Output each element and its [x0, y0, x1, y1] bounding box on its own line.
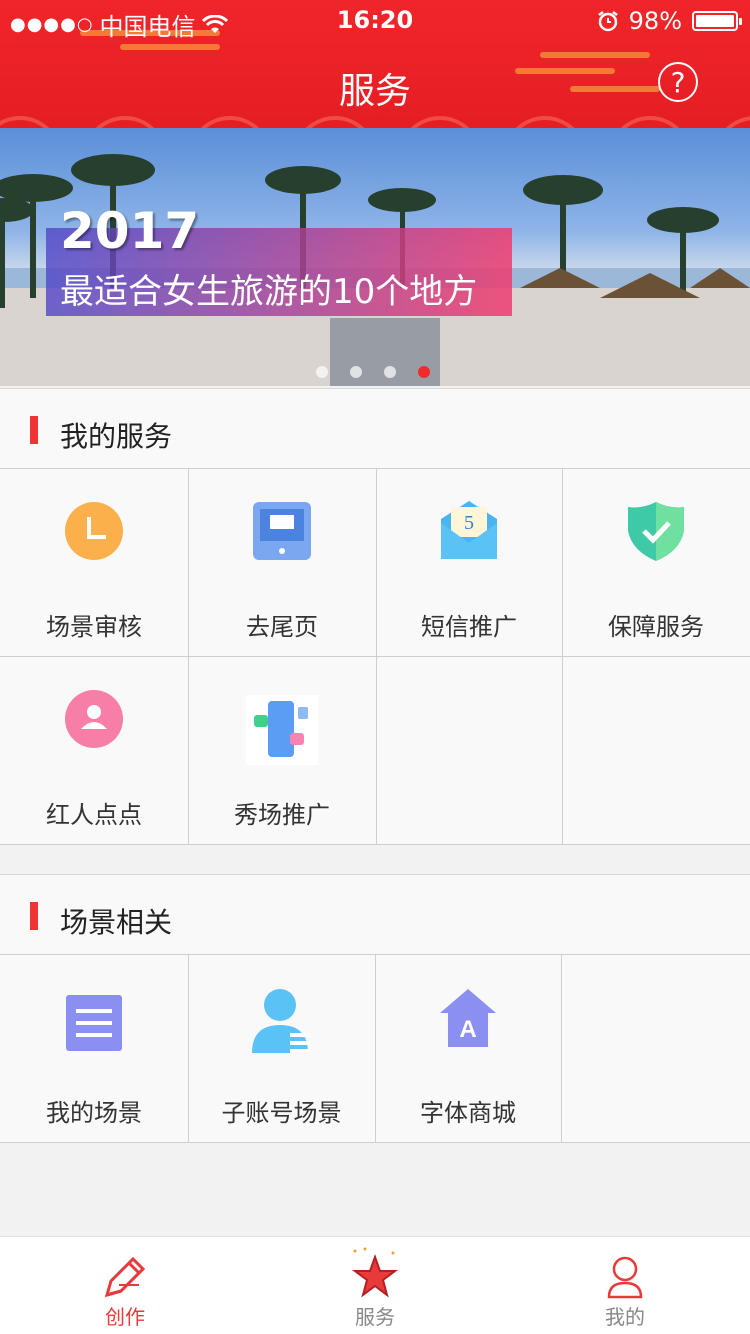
scene-related-grid: 我的场景 子账号场景 A 字体商城 — [0, 954, 750, 1143]
scene-item-my-scenes[interactable]: 我的场景 — [0, 955, 189, 1143]
service-item-remove-last-page[interactable]: 去尾页 — [188, 469, 377, 657]
service-label: 保障服务 — [608, 613, 704, 641]
scene-item-sub-account[interactable]: 子账号场景 — [188, 955, 376, 1143]
empty-grid-cell — [562, 657, 750, 845]
service-label: 红人点点 — [46, 801, 142, 829]
section-accent-bar — [30, 416, 38, 444]
font-store-icon: A — [440, 989, 496, 1047]
service-item-influencer[interactable]: 红人点点 — [0, 657, 189, 845]
banner-subtitle: 最适合女生旅游的10个地方 — [60, 272, 478, 312]
envelope-icon: 5 — [441, 501, 497, 559]
section-title: 我的服务 — [60, 420, 173, 453]
battery-percent: 98% — [628, 7, 682, 35]
service-label: 场景审核 — [46, 613, 142, 641]
section-header-scene-related: 场景相关 — [0, 874, 750, 954]
tab-services[interactable]: 服务 — [250, 1237, 500, 1334]
empty-grid-cell — [561, 955, 750, 1143]
banner-dot[interactable] — [384, 366, 396, 378]
header-cloud-decoration — [540, 52, 650, 58]
service-label: 去尾页 — [246, 613, 318, 641]
banner-pagination[interactable] — [316, 366, 430, 378]
scene-label: 字体商城 — [420, 1099, 516, 1127]
banner-dot[interactable] — [350, 366, 362, 378]
tab-label: 服务 — [355, 1305, 395, 1329]
alarm-icon — [597, 11, 618, 32]
user-icon — [607, 1256, 643, 1299]
service-item-showcase-promotion[interactable]: 秀场推广 — [188, 657, 377, 845]
tab-label: 创作 — [105, 1305, 145, 1329]
phone-share-icon — [246, 695, 318, 765]
scene-item-font-store[interactable]: A 字体商城 — [375, 955, 562, 1143]
svg-text:A: A — [459, 1016, 476, 1043]
section-header-my-services: 我的服务 — [0, 388, 750, 468]
my-services-grid: 场景审核 去尾页 5 短信推广 保障服务 红人点点 秀场推广 — [0, 468, 750, 845]
section-accent-bar — [30, 902, 38, 930]
service-item-guarantee[interactable]: 保障服务 — [562, 469, 750, 657]
promo-banner[interactable]: 2017 最适合女生旅游的10个地方 — [0, 128, 750, 386]
banner-dot[interactable] — [316, 366, 328, 378]
status-bar: ●●●●○ 中国电信 16:20 98% — [0, 0, 750, 41]
tab-create[interactable]: 创作 — [0, 1237, 250, 1334]
service-label: 秀场推广 — [234, 801, 330, 829]
tablet-icon — [253, 502, 311, 560]
section-title: 场景相关 — [60, 906, 173, 939]
person-circle-icon — [65, 690, 123, 748]
tab-label: 我的 — [605, 1305, 645, 1329]
banner-dot-active[interactable] — [418, 366, 430, 378]
scene-label: 我的场景 — [46, 1099, 142, 1127]
empty-grid-cell — [376, 657, 563, 845]
page-title: 服务 — [338, 71, 411, 112]
shield-check-icon — [628, 502, 684, 561]
tab-mine[interactable]: 我的 — [500, 1237, 750, 1334]
help-button[interactable]: ? — [658, 62, 698, 102]
header-cloud-decoration — [120, 44, 220, 50]
star-icon — [352, 1247, 398, 1298]
bottom-tab-bar: 创作 服务 我的 — [0, 1236, 750, 1334]
service-label: 短信推广 — [421, 613, 517, 641]
sub-account-icon — [251, 989, 310, 1053]
scene-label: 子账号场景 — [221, 1099, 342, 1127]
service-item-scene-review[interactable]: 场景审核 — [0, 469, 189, 657]
pencil-icon — [104, 1256, 146, 1298]
document-list-icon — [66, 995, 122, 1051]
banner-year: 2017 — [60, 202, 200, 260]
svg-text:5: 5 — [464, 512, 474, 534]
app-header: ●●●●○ 中国电信 16:20 98% 服务 ? — [0, 0, 750, 128]
clock-icon — [65, 502, 123, 560]
service-item-sms-promotion[interactable]: 5 短信推广 — [376, 469, 563, 657]
battery-icon — [692, 11, 742, 31]
question-icon: ? — [670, 65, 686, 99]
